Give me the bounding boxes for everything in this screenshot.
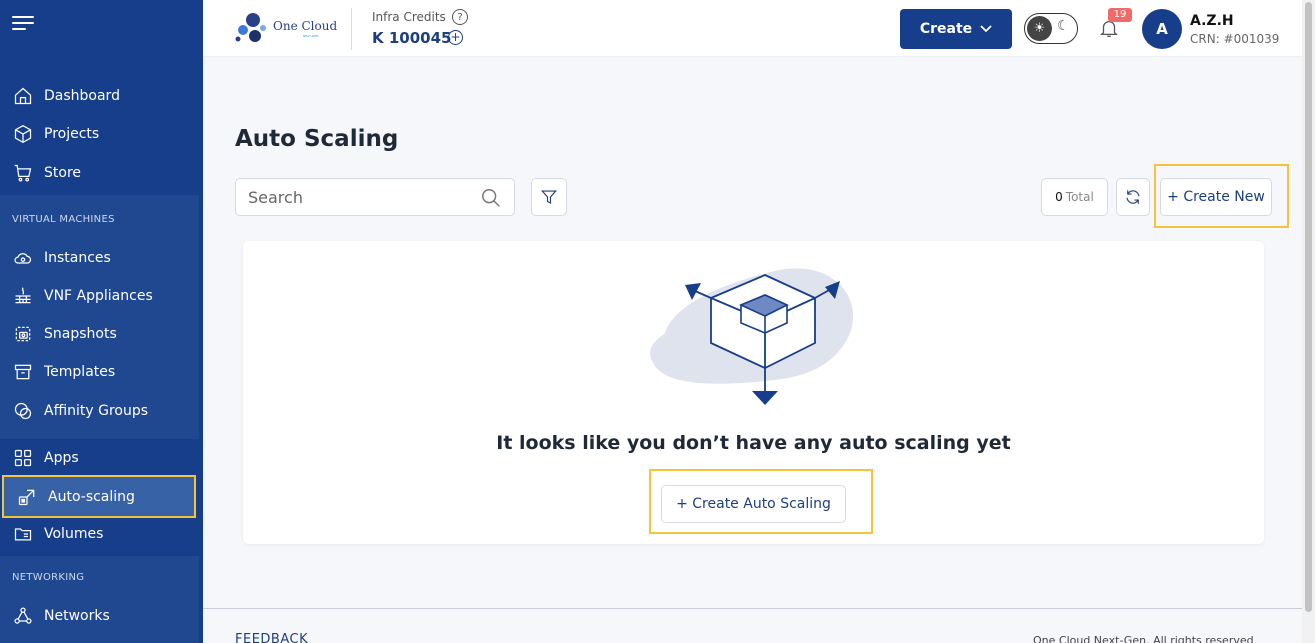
sidebar-item-label: Volumes <box>44 526 104 542</box>
section-title: NETWORKING <box>12 572 85 583</box>
sidebar-item-label: Dashboard <box>44 88 120 104</box>
sidebar-item-instances[interactable]: Instances <box>0 241 199 275</box>
logo-text: One Cloud <box>273 19 338 33</box>
create-label: Create <box>919 21 973 37</box>
auto-scaling-illustration <box>650 268 854 405</box>
user-crn: CRN: #001039 <box>1190 32 1280 46</box>
copyright-text: One Cloud Next-Gen. All rights reserved <box>1033 634 1254 643</box>
search-input[interactable] <box>248 187 468 207</box>
sidebar-divider <box>199 0 203 643</box>
search-icon[interactable] <box>480 187 502 209</box>
sidebar-item-label: Projects <box>44 126 100 142</box>
create-auto-scaling-button[interactable]: + Create Auto Scaling <box>661 485 846 523</box>
sidebar-item-label: Apps <box>44 450 79 466</box>
create-dropdown-button[interactable]: Create <box>900 9 1012 49</box>
sidebar-item-apps[interactable]: Apps <box>0 441 199 475</box>
scale-icon <box>16 486 38 508</box>
moon-icon: ☾ <box>1057 18 1070 34</box>
section-title: VIRTUAL MACHINES <box>12 214 115 225</box>
sidebar-item-store[interactable]: Store <box>0 156 199 190</box>
user-name[interactable]: A.Z.H <box>1190 13 1234 29</box>
notification-badge: 19 <box>1108 8 1132 22</box>
help-icon[interactable]: ? <box>452 9 468 25</box>
search-box[interactable] <box>235 178 515 216</box>
feedback-link[interactable]: FEEDBACK <box>235 632 308 643</box>
sidebar-item-networks[interactable]: Networks <box>0 599 199 633</box>
sidebar-item-label: Instances <box>44 250 111 266</box>
sidebar-item-dashboard[interactable]: Dashboard <box>0 79 199 113</box>
total-count: 0 <box>1055 190 1063 204</box>
credits-value: K 100045 <box>372 29 452 47</box>
firewall-icon <box>12 285 34 307</box>
sidebar-item-label: Auto-scaling <box>48 488 135 505</box>
one-cloud-logo[interactable]: One Cloud NEXT-GEN <box>233 8 343 48</box>
cloud-icon <box>12 247 34 269</box>
sidebar-item-templates[interactable]: Templates <box>0 355 199 389</box>
grid-icon <box>12 447 34 469</box>
filter-icon <box>541 190 557 204</box>
hamburger-menu-icon[interactable] <box>12 16 34 34</box>
sidebar-item-vnf-appliances[interactable]: VNF Appliances <box>0 279 199 313</box>
snapshot-icon <box>12 323 34 345</box>
cube-icon <box>12 123 34 145</box>
home-icon <box>12 85 34 107</box>
footer-divider <box>203 608 1302 609</box>
total-label: Total <box>1065 190 1094 204</box>
page-title: Auto Scaling <box>235 126 399 152</box>
page-scrollbar[interactable] <box>1302 0 1315 643</box>
logo-subtext: NEXT-GEN <box>303 34 319 38</box>
archive-icon <box>12 361 34 383</box>
sidebar-item-label: Snapshots <box>44 326 117 342</box>
sidebar-item-volumes[interactable]: Volumes <box>0 517 199 551</box>
theme-toggle[interactable]: ☀ ☾ <box>1024 13 1078 44</box>
credits-label: Infra Credits <box>372 10 446 24</box>
create-new-button[interactable]: + Create New <box>1160 178 1272 216</box>
sidebar-item-affinity-groups[interactable]: Affinity Groups <box>0 394 199 428</box>
chevron-down-icon <box>980 25 992 33</box>
sidebar: Dashboard Projects Store VIRTUAL MACHINE… <box>0 0 199 643</box>
sidebar-item-projects[interactable]: Projects <box>0 117 199 151</box>
sidebar-item-label: VNF Appliances <box>44 288 153 304</box>
refresh-icon <box>1126 190 1140 204</box>
filter-button[interactable] <box>531 178 567 216</box>
avatar[interactable]: A <box>1142 9 1182 49</box>
empty-state-message: It looks like you don’t have any auto sc… <box>496 432 1011 454</box>
header-separator <box>351 8 352 50</box>
folder-icon <box>12 523 34 545</box>
sun-icon: ☀ <box>1027 16 1052 41</box>
refresh-button[interactable] <box>1116 178 1150 216</box>
sidebar-item-label: Networks <box>44 608 110 624</box>
cart-icon <box>12 162 34 184</box>
network-icon <box>12 605 34 627</box>
scrollbar-thumb[interactable] <box>1305 2 1312 612</box>
top-header: One Cloud NEXT-GEN Infra Credits ? K 100… <box>203 0 1302 57</box>
add-credits-icon[interactable]: + <box>448 30 463 45</box>
circles-icon <box>12 400 34 422</box>
total-count-box: 0 Total <box>1041 178 1108 216</box>
sidebar-item-label: Affinity Groups <box>44 403 149 419</box>
sidebar-item-snapshots[interactable]: Snapshots <box>0 317 199 351</box>
sidebar-item-auto-scaling[interactable]: Auto-scaling <box>2 475 196 518</box>
sidebar-item-label: Templates <box>44 364 116 380</box>
sidebar-item-label: Store <box>44 165 82 181</box>
